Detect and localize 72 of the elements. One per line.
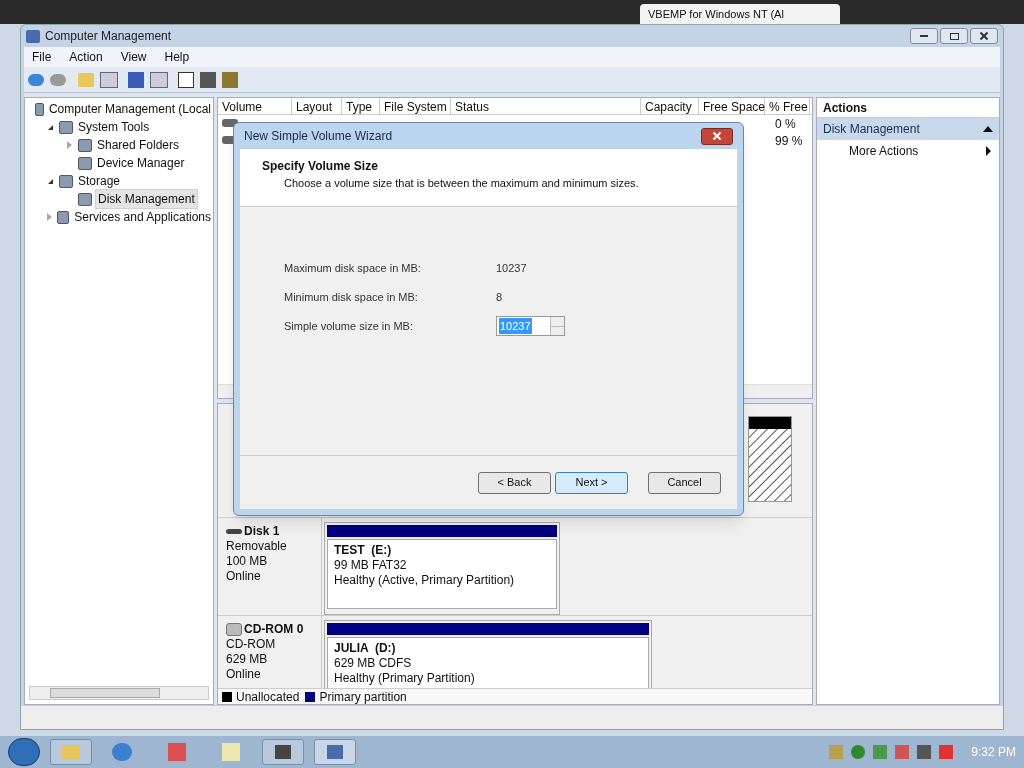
disk-size: 100 MB <box>226 554 269 569</box>
drive-icon <box>226 529 242 534</box>
field-value: 8 <box>496 289 503 305</box>
unallocated-partition[interactable] <box>748 416 792 502</box>
menu-item[interactable]: Help <box>164 48 190 66</box>
column-header[interactable]: File System <box>380 98 451 114</box>
legend-label: Primary partition <box>319 688 407 704</box>
field-value: 10237 <box>496 260 527 276</box>
close-button[interactable] <box>970 28 998 44</box>
field-label: Maximum disk space in MB: <box>284 260 422 276</box>
tree-item[interactable]: Disk Management <box>95 189 198 209</box>
disk-type: Removable <box>226 539 288 554</box>
disk-status: Online <box>226 667 262 682</box>
cd-drive-icon <box>226 623 242 636</box>
column-header[interactable]: Type <box>342 98 380 114</box>
partition-label: JULIA (D:) <box>334 641 397 656</box>
tree-item[interactable]: Services and Applications <box>72 208 213 226</box>
disk-name: CD-ROM 0 <box>244 622 304 637</box>
browser-tab[interactable]: VBEMP for Windows NT (Al <box>640 4 840 24</box>
wizard-button[interactable]: < Back <box>478 471 551 494</box>
menu-item[interactable]: View <box>120 48 147 66</box>
wizard-button[interactable]: Next > <box>555 471 628 494</box>
partition-health: Healthy (Primary Partition) <box>334 671 476 686</box>
collapsed-arrow-icon[interactable] <box>46 213 52 221</box>
disk-name: Disk 1 <box>244 524 280 539</box>
column-header[interactable]: Free Space <box>699 98 765 114</box>
menu-item[interactable]: Action <box>69 48 103 66</box>
column-header[interactable]: Capacity <box>641 98 699 114</box>
app-icon[interactable] <box>262 739 304 765</box>
partition-health: Healthy (Active, Primary Partition) <box>334 573 516 588</box>
wizard-heading: Specify Volume Size <box>262 158 379 175</box>
table-cell-text: 0 % <box>774 116 797 132</box>
field-label: Minimum disk space in MB: <box>284 289 419 305</box>
partition-label: TEST (E:) <box>334 543 393 558</box>
tree-item[interactable]: Computer Management (Local <box>46 100 213 118</box>
expanded-arrow-icon[interactable] <box>47 124 53 130</box>
column-header[interactable]: Layout <box>292 98 342 114</box>
collapse-arrow-icon[interactable] <box>983 126 993 132</box>
partition-detail: 99 MB FAT32 <box>334 558 408 573</box>
action-item[interactable]: More Actions <box>817 140 999 162</box>
maximize-button[interactable] <box>940 28 968 44</box>
tree-item[interactable]: Storage <box>76 172 123 190</box>
close-button[interactable] <box>701 127 733 145</box>
partition-block[interactable]: TEST (E:) 99 MB FAT32 Healthy (Active, Primary Partition) <box>324 522 560 615</box>
table-cell-text: 99 % <box>774 133 804 149</box>
column-header[interactable]: Status <box>451 98 641 114</box>
disk-type: CD-ROM <box>226 637 277 652</box>
dialog-title: New Simple Volume Wizard <box>244 128 393 145</box>
partition-detail: 629 MB CDFS <box>334 656 413 671</box>
disk-status: Online <box>226 569 262 584</box>
tree-item[interactable]: Shared Folders <box>95 136 182 154</box>
tray-icon[interactable] <box>895 745 910 759</box>
tree-item[interactable]: Device Manager <box>95 154 187 172</box>
partition-block[interactable]: JULIA (D:) 629 MB CDFS Healthy (Primary Partition) <box>324 620 652 688</box>
menu-item[interactable]: File <box>32 48 52 66</box>
scrollbar-thumb[interactable] <box>50 688 160 698</box>
column-header[interactable]: % Free <box>765 98 810 114</box>
column-header[interactable]: Volume <box>218 98 292 114</box>
disk-size: 629 MB <box>226 652 269 667</box>
tree-item[interactable]: System Tools <box>76 118 152 136</box>
window-title: Computer Management <box>45 28 172 45</box>
wizard-subheading: Choose a volume size that is between the maximum and minimum sizes. <box>283 176 640 191</box>
legend-label: Unallocated <box>236 688 300 704</box>
expanded-arrow-icon[interactable] <box>47 178 53 184</box>
minimize-button[interactable] <box>910 28 938 44</box>
actions-section[interactable]: Disk Management <box>817 118 999 140</box>
app-icon <box>26 29 40 43</box>
volume-icon <box>222 119 238 127</box>
collapsed-arrow-icon[interactable] <box>66 141 72 149</box>
wizard-button[interactable]: Cancel <box>648 471 721 494</box>
field-label: Simple volume size in MB: <box>284 318 414 334</box>
start-button[interactable] <box>8 738 40 766</box>
